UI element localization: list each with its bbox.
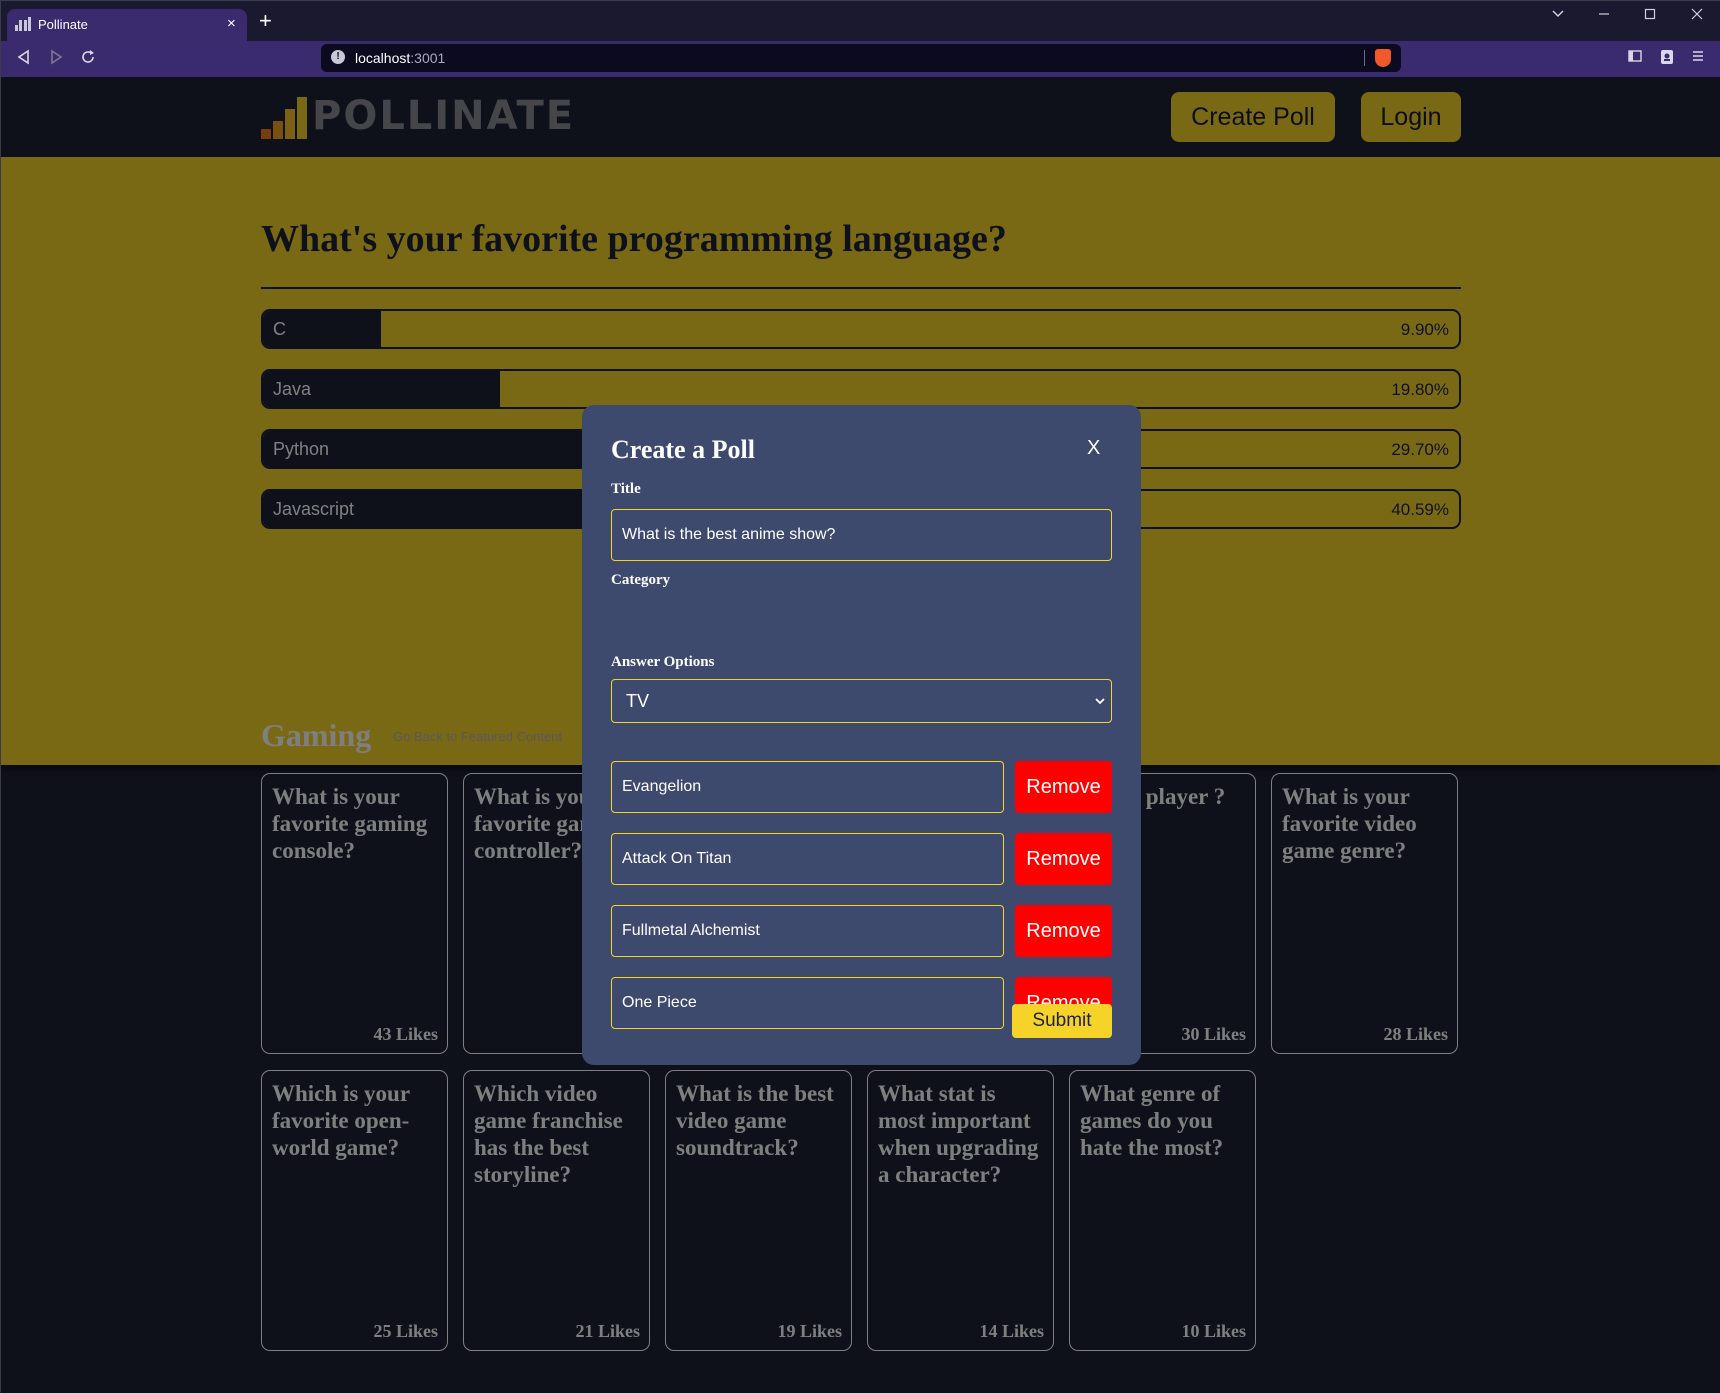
- browser-window: Pollinate × + ! localhost:3001 Create a …: [0, 0, 1720, 1393]
- window-close-icon[interactable]: [1690, 7, 1704, 25]
- create-poll-modal: Create a Poll X Title What is the best a…: [582, 405, 1141, 1065]
- title-input[interactable]: What is the best anime show?: [611, 509, 1112, 561]
- remove-answer-button[interactable]: Remove: [1015, 761, 1112, 813]
- browser-tab[interactable]: Pollinate ×: [7, 9, 247, 41]
- pollinate-favicon-icon: [15, 17, 31, 31]
- url-text[interactable]: localhost:3001: [355, 50, 445, 66]
- reload-icon[interactable]: [79, 48, 97, 71]
- title-label: Title: [611, 481, 641, 497]
- answer-option-input[interactable]: Fullmetal Alchemist: [611, 905, 1004, 957]
- maximize-icon[interactable]: [1643, 7, 1657, 25]
- brave-shield-icon[interactable]: [1375, 49, 1391, 67]
- modal-close-button[interactable]: X: [1087, 437, 1100, 460]
- category-label: Category: [611, 572, 671, 588]
- info-icon[interactable]: !: [331, 50, 345, 64]
- category-select[interactable]: TV: [611, 679, 1112, 723]
- tab-search-chevron-icon[interactable]: [1551, 7, 1565, 25]
- answer-option-input[interactable]: Evangelion: [611, 761, 1004, 813]
- tab-close-icon[interactable]: ×: [227, 15, 236, 32]
- page-content: POLLINATE Create Poll Login What's your …: [1, 77, 1720, 1393]
- submit-button[interactable]: Submit: [1012, 1004, 1112, 1038]
- category-select-value: TV: [626, 691, 650, 711]
- answer-option-input[interactable]: One Piece: [611, 977, 1004, 1029]
- remove-answer-button[interactable]: Remove: [1015, 833, 1112, 885]
- back-icon[interactable]: [15, 48, 33, 71]
- chevron-down-icon: [1095, 680, 1105, 722]
- tab-title: Pollinate: [38, 17, 88, 32]
- browser-toolbar: ! localhost:3001: [1, 41, 1720, 77]
- tab-strip: Pollinate × +: [1, 1, 1720, 41]
- sidebar-icon[interactable]: [1627, 48, 1643, 69]
- address-bar[interactable]: ! localhost:3001: [321, 44, 1401, 72]
- new-tab-button[interactable]: +: [259, 10, 272, 32]
- minimize-icon[interactable]: [1597, 7, 1611, 25]
- wallet-icon[interactable]: [1659, 48, 1675, 71]
- remove-answer-button[interactable]: Remove: [1015, 905, 1112, 957]
- answer-option-input[interactable]: Attack On Titan: [611, 833, 1004, 885]
- answer-options-label: Answer Options: [611, 654, 715, 670]
- modal-title: Create a Poll: [611, 435, 755, 464]
- menu-icon[interactable]: [1691, 48, 1705, 69]
- address-bar-divider: [1364, 50, 1365, 66]
- forward-icon[interactable]: [47, 48, 65, 71]
